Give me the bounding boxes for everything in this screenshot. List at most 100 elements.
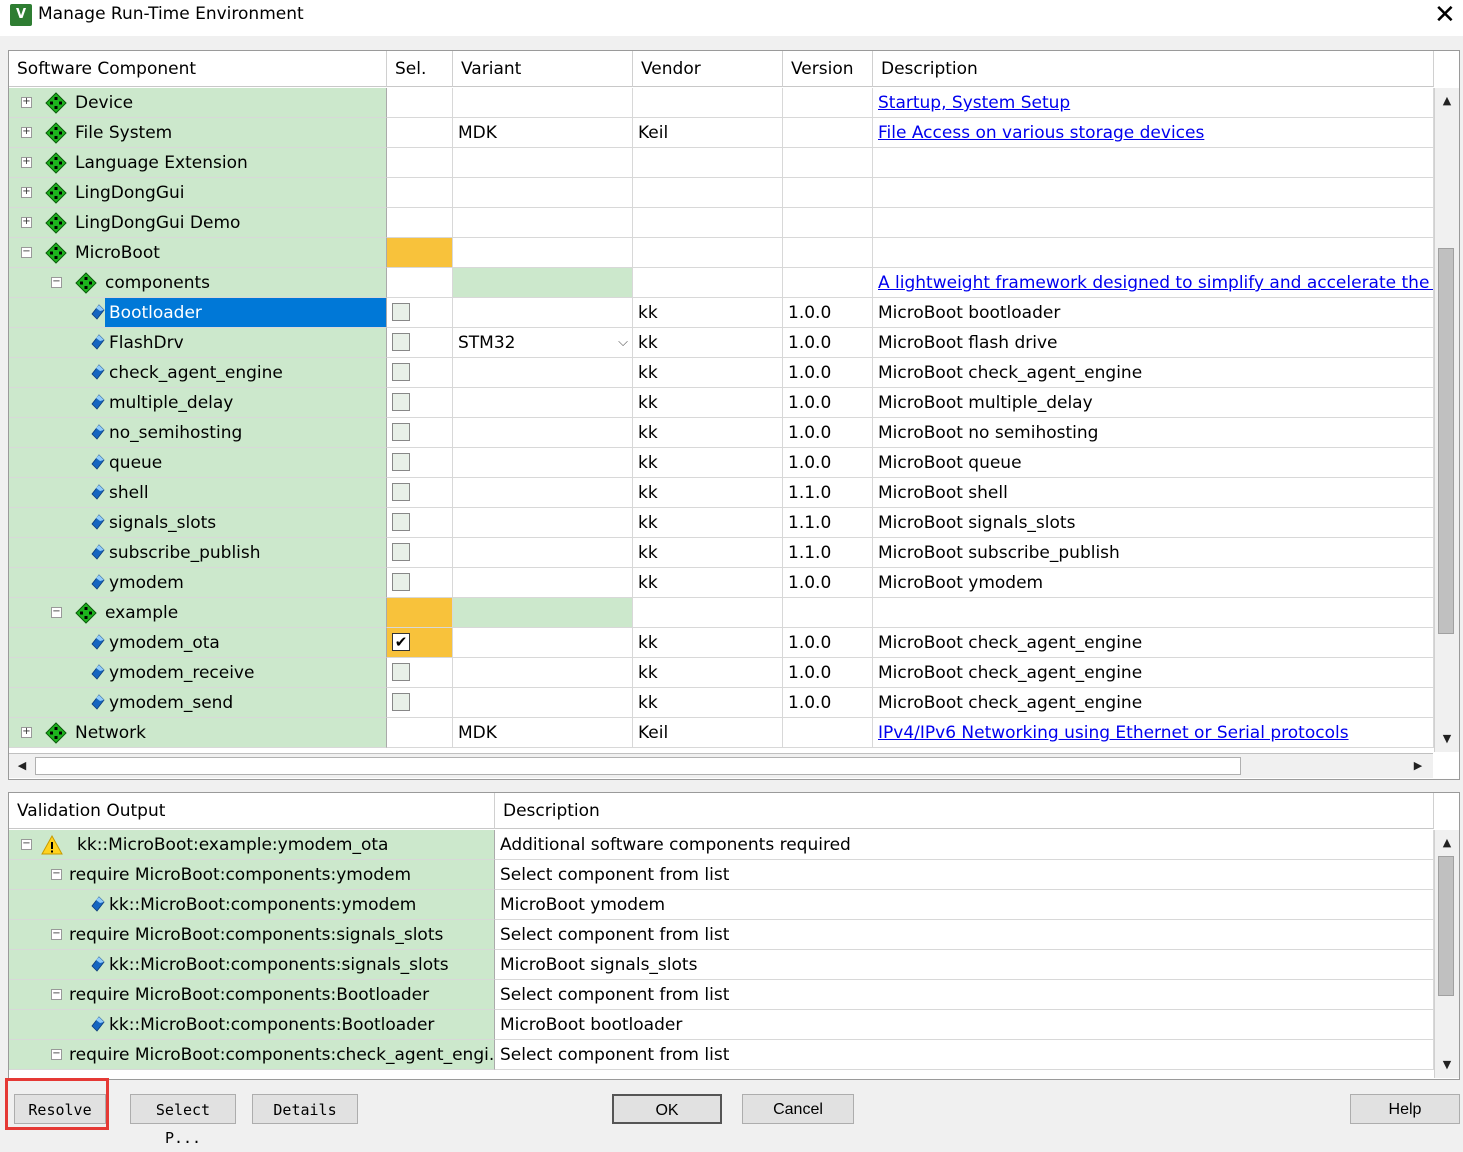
variant-cell[interactable]: MDK: [453, 118, 633, 148]
table-row[interactable]: ymodem kk 1.0.0 MicroBoot ymodem: [9, 568, 1434, 598]
validation-vertical-scrollbar[interactable]: ▲ ▼: [1434, 830, 1459, 1078]
select-cell[interactable]: [387, 568, 453, 598]
table-row[interactable]: shell kk 1.1.0 MicroBoot shell: [9, 478, 1434, 508]
select-cell[interactable]: [387, 148, 453, 178]
select-cell[interactable]: [387, 268, 453, 298]
table-row[interactable]: − example: [9, 598, 1434, 628]
validation-item[interactable]: require MicroBoot:components:signals_slo…: [65, 920, 447, 949]
checkbox[interactable]: [392, 303, 410, 321]
scroll-thumb[interactable]: [1438, 856, 1454, 996]
component-name[interactable]: multiple_delay: [105, 388, 237, 417]
select-cell[interactable]: [387, 478, 453, 508]
table-row[interactable]: Bootloader kk 1.0.0 MicroBoot bootloader: [9, 298, 1434, 328]
variant-cell[interactable]: STM32 ⌵: [453, 328, 633, 358]
checkbox[interactable]: [392, 423, 410, 441]
collapse-icon[interactable]: −: [51, 607, 62, 618]
select-packs-button[interactable]: Select P...: [130, 1094, 236, 1147]
tree-cell[interactable]: no_semihosting: [9, 418, 387, 448]
component-name[interactable]: queue: [105, 448, 166, 477]
tree-cell[interactable]: − components: [9, 268, 387, 298]
table-row[interactable]: ymodem_receive kk 1.0.0 MicroBoot check_age…: [9, 658, 1434, 688]
component-name[interactable]: Language Extension: [71, 148, 252, 177]
table-row[interactable]: + Network MDK Keil IPv4/IPv6 Networking usin…: [9, 718, 1434, 748]
collapse-icon[interactable]: −: [51, 1049, 62, 1060]
variant-cell[interactable]: [453, 538, 633, 568]
table-row[interactable]: + LingDongGui: [9, 178, 1434, 208]
table-row[interactable]: ymodem_send kk 1.0.0 MicroBoot check_agent_…: [9, 688, 1434, 718]
tree-cell[interactable]: + File System: [9, 118, 387, 148]
table-row[interactable]: + LingDongGui Demo: [9, 208, 1434, 238]
expand-icon[interactable]: +: [21, 97, 32, 108]
variant-cell[interactable]: [453, 388, 633, 418]
component-name[interactable]: LingDongGui Demo: [71, 208, 244, 237]
table-row[interactable]: multiple_delay kk 1.0.0 MicroBoot multiple_…: [9, 388, 1434, 418]
scroll-up-arrow-icon[interactable]: ▲: [1436, 90, 1458, 112]
validation-row[interactable]: kk::MicroBoot:components:ymodem MicroBoot…: [9, 890, 1434, 920]
select-cell[interactable]: [387, 538, 453, 568]
variant-cell[interactable]: [453, 208, 633, 238]
component-name[interactable]: ymodem_ota: [105, 628, 224, 657]
collapse-icon[interactable]: −: [51, 929, 62, 940]
description-link[interactable]: Startup, System Setup: [878, 93, 1070, 113]
component-name[interactable]: no_semihosting: [105, 418, 246, 447]
select-cell[interactable]: [387, 328, 453, 358]
select-cell[interactable]: [387, 658, 453, 688]
select-cell[interactable]: [387, 88, 453, 118]
validation-row[interactable]: − require MicroBoot:components:check_agen…: [9, 1040, 1434, 1070]
component-name[interactable]: File System: [71, 118, 176, 147]
validation-item[interactable]: kk::MicroBoot:components:signals_slots: [105, 950, 453, 979]
ok-button[interactable]: OK: [612, 1094, 722, 1124]
tree-cell[interactable]: multiple_delay: [9, 388, 387, 418]
checkbox[interactable]: [392, 333, 410, 351]
tree-cell[interactable]: signals_slots: [9, 508, 387, 538]
validation-row[interactable]: kk::MicroBoot:components:signals_slots Mi…: [9, 950, 1434, 980]
variant-cell[interactable]: [453, 568, 633, 598]
tree-cell[interactable]: + Language Extension: [9, 148, 387, 178]
component-vertical-scrollbar[interactable]: ▲ ▼: [1434, 88, 1459, 752]
variant-cell[interactable]: [453, 238, 633, 268]
variant-cell[interactable]: [453, 358, 633, 388]
component-name[interactable]: Device: [71, 88, 137, 117]
collapse-icon[interactable]: −: [21, 839, 32, 850]
select-cell[interactable]: [387, 598, 453, 628]
validation-item[interactable]: kk::MicroBoot:components:Bootloader: [105, 1010, 438, 1039]
checkbox[interactable]: [392, 453, 410, 471]
table-row[interactable]: no_semihosting kk 1.0.0 MicroBoot no semiho…: [9, 418, 1434, 448]
select-cell[interactable]: [387, 508, 453, 538]
header-variant[interactable]: Variant: [453, 51, 633, 87]
collapse-icon[interactable]: −: [51, 989, 62, 1000]
scroll-left-arrow-icon[interactable]: ◀: [11, 755, 33, 777]
validation-tree-cell[interactable]: kk::MicroBoot:components:ymodem: [9, 890, 495, 920]
component-name[interactable]: Network: [71, 718, 150, 747]
checkbox[interactable]: [392, 393, 410, 411]
validation-tree-cell[interactable]: − require MicroBoot:components:ymodem: [9, 860, 495, 890]
checkbox[interactable]: [392, 543, 410, 561]
variant-cell[interactable]: [453, 418, 633, 448]
component-name[interactable]: MicroBoot: [71, 238, 164, 267]
validation-row[interactable]: − require MicroBoot:components:Bootloader…: [9, 980, 1434, 1010]
tree-cell[interactable]: ymodem_send: [9, 688, 387, 718]
table-row[interactable]: − components A lightweight framework desig…: [9, 268, 1434, 298]
table-row[interactable]: ymodem_ota ✔ kk 1.0.0 MicroBoot check_agent_…: [9, 628, 1434, 658]
resolve-button[interactable]: Resolve: [14, 1094, 106, 1124]
component-name[interactable]: ymodem: [105, 568, 188, 597]
validation-tree-cell[interactable]: − kk::MicroBoot:example:ymodem_ota: [9, 830, 495, 860]
description-link[interactable]: IPv4/IPv6 Networking using Ethernet or S…: [878, 723, 1349, 743]
tree-cell[interactable]: + Device: [9, 88, 387, 118]
validation-row[interactable]: kk::MicroBoot:components:Bootloader Micro…: [9, 1010, 1434, 1040]
component-name[interactable]: signals_slots: [105, 508, 220, 537]
expand-icon[interactable]: +: [21, 157, 32, 168]
tree-cell[interactable]: check_agent_engine: [9, 358, 387, 388]
tree-cell[interactable]: − example: [9, 598, 387, 628]
validation-tree-cell[interactable]: − require MicroBoot:components:signals_sl…: [9, 920, 495, 950]
select-cell[interactable]: [387, 238, 453, 268]
header-description[interactable]: Description: [873, 51, 1434, 87]
component-name[interactable]: shell: [105, 478, 153, 507]
select-cell[interactable]: [387, 178, 453, 208]
validation-row[interactable]: − kk::MicroBoot:example:ymodem_ota Additio…: [9, 830, 1434, 860]
component-name[interactable]: check_agent_engine: [105, 358, 287, 387]
variant-cell[interactable]: [453, 628, 633, 658]
variant-cell[interactable]: [453, 178, 633, 208]
component-name[interactable]: subscribe_publish: [105, 538, 265, 567]
header-software-component[interactable]: Software Component: [9, 51, 387, 87]
